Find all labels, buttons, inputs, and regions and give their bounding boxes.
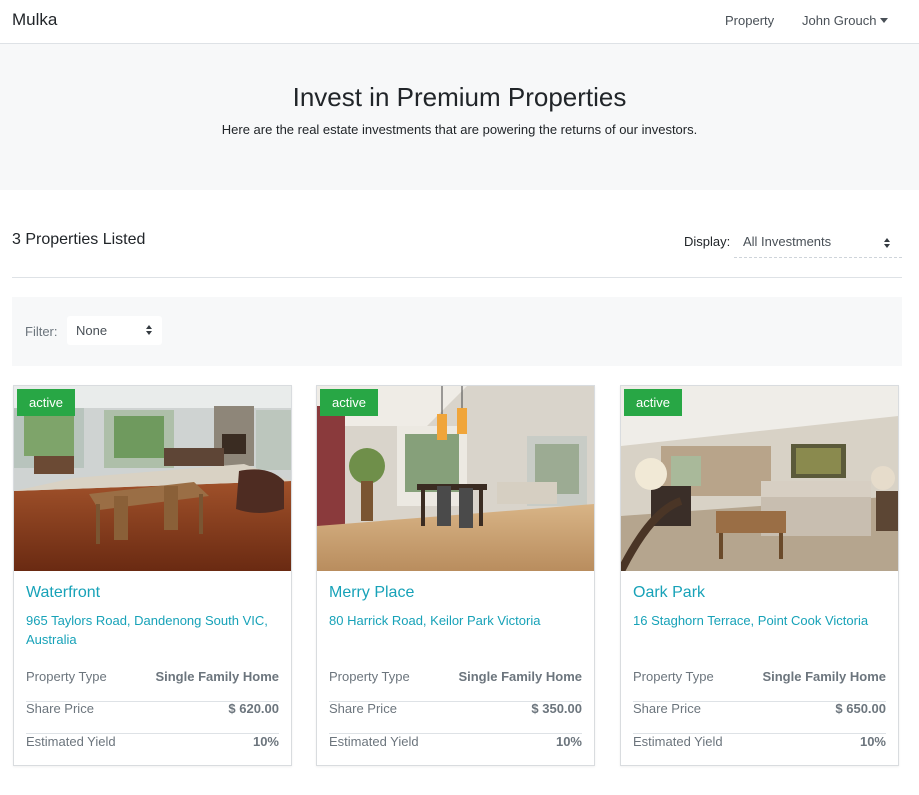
row-label: Share Price (633, 701, 701, 716)
status-badge: active (17, 389, 75, 416)
row-label: Share Price (26, 701, 94, 716)
property-card[interactable]: active Oark Park 16 Staghorn Terrace, Po… (620, 385, 899, 766)
property-image[interactable]: active (317, 386, 594, 571)
hero-banner: Invest in Premium Properties Here are th… (0, 44, 919, 190)
display-select[interactable]: All Investments (734, 228, 902, 258)
property-type-row: Property Type Single Family Home (26, 669, 279, 702)
row-value: 10% (555, 734, 582, 749)
property-card[interactable]: active Waterfront 965 Taylors Road, Dand… (13, 385, 292, 766)
status-badge: active (320, 389, 378, 416)
row-value: $ 650.00 (835, 701, 886, 716)
row-value: Single Family Home (762, 669, 886, 684)
row-label: Share Price (329, 701, 397, 716)
estimated-yield-row: Estimated Yield 10% (329, 734, 582, 767)
property-title-link[interactable]: Merry Place (329, 584, 414, 602)
property-image[interactable]: active (621, 386, 898, 571)
share-price-row: Share Price $ 350.00 (329, 701, 582, 734)
display-select-value: All Investments (743, 234, 832, 249)
caret-down-icon (880, 18, 889, 23)
property-card[interactable]: active Merry Place 80 Harrick Road, Keil… (316, 385, 595, 766)
status-badge: active (624, 389, 682, 416)
property-title-link[interactable]: Waterfront (26, 584, 100, 602)
row-label: Estimated Yield (26, 734, 116, 749)
user-name: John Grouch (802, 13, 877, 28)
nav-property-link[interactable]: Property (725, 13, 774, 28)
row-label: Property Type (633, 669, 714, 684)
filter-select[interactable]: None (67, 316, 162, 345)
row-value: Single Family Home (155, 669, 279, 684)
hero-subtitle: Here are the real estate investments tha… (221, 122, 698, 137)
row-value: $ 620.00 (228, 701, 279, 716)
property-type-row: Property Type Single Family Home (633, 669, 886, 702)
navbar: Mulka Property John Grouch (0, 0, 919, 44)
property-image[interactable]: active (14, 386, 291, 571)
hero-title: Invest in Premium Properties (292, 82, 627, 112)
row-value: Single Family Home (458, 669, 582, 684)
select-arrows-icon (884, 238, 891, 248)
property-type-row: Property Type Single Family Home (329, 669, 582, 702)
row-value: $ 350.00 (531, 701, 582, 716)
filter-bar: Filter: None (12, 297, 902, 366)
select-arrows-icon (146, 325, 153, 335)
properties-count: 3 Properties Listed (12, 231, 146, 248)
row-value: 10% (859, 734, 886, 749)
row-label: Property Type (26, 669, 107, 684)
property-title-link[interactable]: Oark Park (633, 584, 705, 602)
display-label: Display: (684, 234, 731, 249)
filter-label: Filter: (25, 324, 58, 339)
row-value: 10% (252, 734, 279, 749)
row-label: Estimated Yield (633, 734, 723, 749)
divider (12, 277, 902, 278)
user-menu-toggle[interactable]: John Grouch (802, 13, 889, 28)
property-address-link[interactable]: 80 Harrick Road, Keilor Park Victoria (329, 611, 584, 630)
property-address-link[interactable]: 16 Staghorn Terrace, Point Cook Victoria (633, 611, 888, 630)
estimated-yield-row: Estimated Yield 10% (26, 734, 279, 767)
filter-select-value: None (76, 323, 108, 338)
share-price-row: Share Price $ 650.00 (633, 701, 886, 734)
brand-link[interactable]: Mulka (12, 10, 57, 30)
share-price-row: Share Price $ 620.00 (26, 701, 279, 734)
row-label: Property Type (329, 669, 410, 684)
estimated-yield-row: Estimated Yield 10% (633, 734, 886, 767)
property-address-link[interactable]: 965 Taylors Road, Dandenong South VIC, A… (26, 611, 281, 649)
row-label: Estimated Yield (329, 734, 419, 749)
